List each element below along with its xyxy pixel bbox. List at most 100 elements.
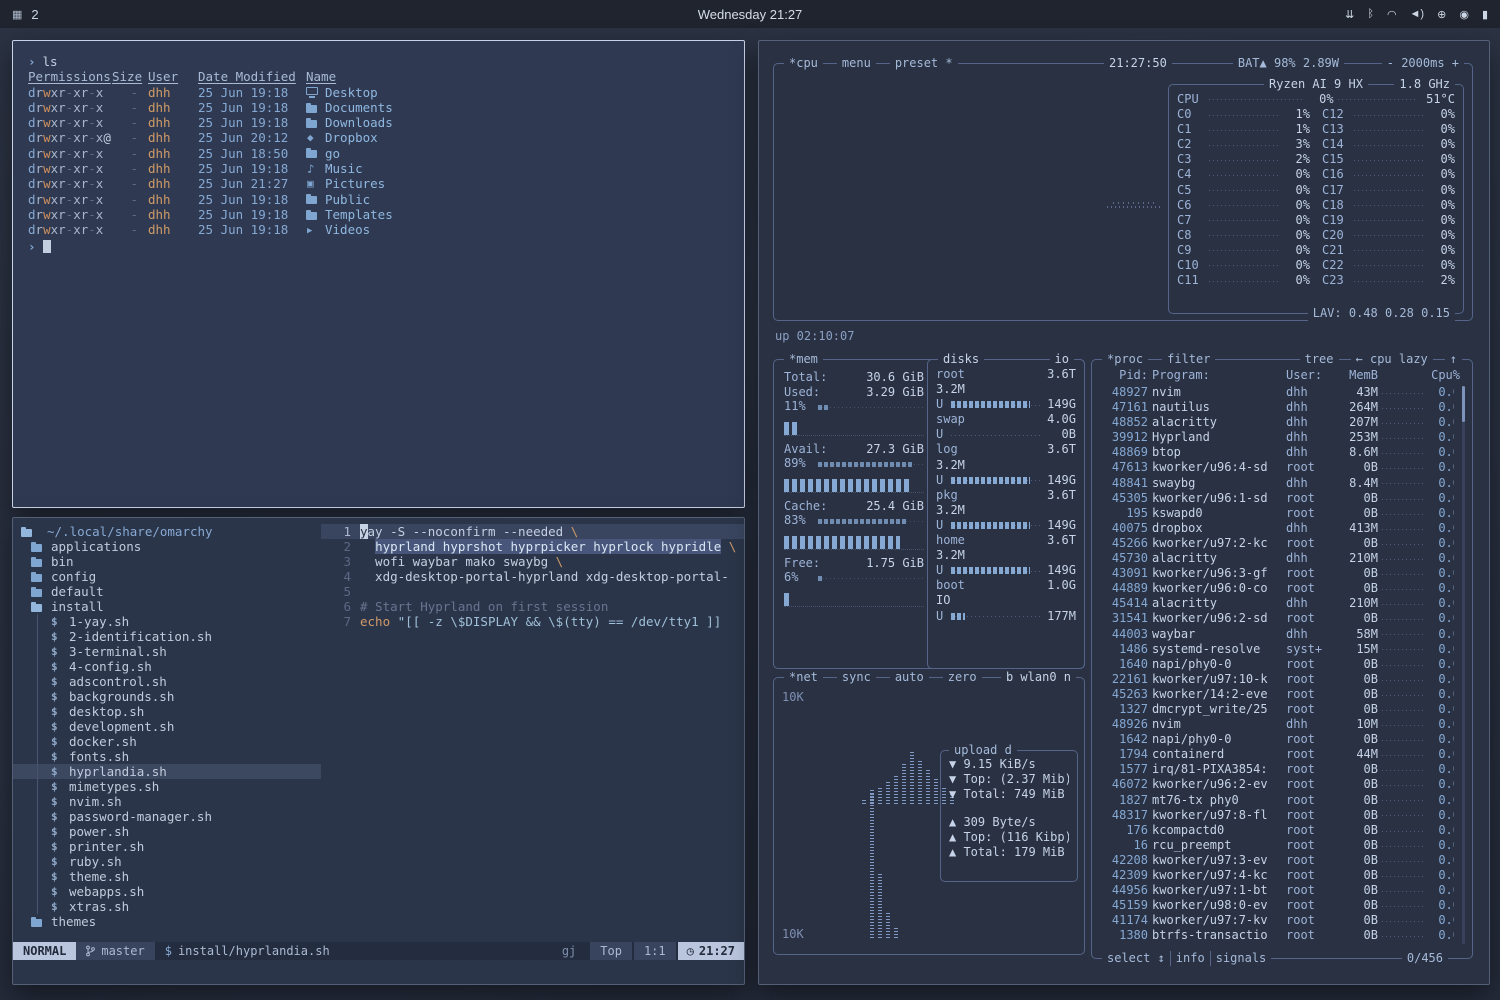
workspace-indicator[interactable]: 2 bbox=[31, 7, 38, 22]
process-row[interactable]: 39912Hyprlanddhh253M0.0 bbox=[1102, 430, 1454, 445]
tree-item[interactable]: backgrounds.sh bbox=[13, 689, 321, 704]
process-row[interactable]: 1486systemd-resolvesyst+15M0.0 bbox=[1102, 642, 1454, 657]
process-row[interactable]: 40075dropboxdhh413M0.0 bbox=[1102, 521, 1454, 536]
proc-action[interactable]: select ↕ bbox=[1102, 951, 1171, 966]
terminal-window[interactable]: › ls Permissions Size User Date Modified… bbox=[12, 40, 745, 508]
proc-sort-label[interactable]: ↑ bbox=[1445, 352, 1462, 367]
process-row[interactable]: 31541kworker/u96:2-sdroot0B0.0 bbox=[1102, 611, 1454, 626]
process-row[interactable]: 47613kworker/u96:4-sdroot0B0.0 bbox=[1102, 460, 1454, 475]
tree-item[interactable]: 1-yay.sh bbox=[13, 614, 321, 629]
tree-item[interactable]: mimetypes.sh bbox=[13, 779, 321, 794]
tree-item[interactable]: bin bbox=[13, 554, 321, 569]
tree-item[interactable]: docker.sh bbox=[13, 734, 321, 749]
cpu-box-label[interactable]: menu bbox=[837, 56, 876, 71]
process-row[interactable]: 46072kworker/u96:2-evroot0B0.0 bbox=[1102, 777, 1454, 792]
process-row[interactable]: 47161nautilusdhh264M0.0 bbox=[1102, 400, 1454, 415]
process-row[interactable]: 1640napi/phy0-0root0B0.0 bbox=[1102, 657, 1454, 672]
process-row[interactable]: 45266kworker/u97:2-kcroot0B0.0 bbox=[1102, 536, 1454, 551]
process-row[interactable]: 44003waybardhh58M0.0 bbox=[1102, 627, 1454, 642]
mem-box-title[interactable]: *mem bbox=[784, 352, 823, 367]
volume-icon[interactable]: ◄) bbox=[1410, 8, 1425, 20]
net-box-label[interactable]: zero bbox=[943, 670, 982, 685]
tree-item[interactable]: power.sh bbox=[13, 824, 321, 839]
tree-item[interactable]: fonts.sh bbox=[13, 749, 321, 764]
proc-box-label[interactable]: *proc bbox=[1102, 352, 1148, 367]
process-row[interactable]: 48869btopdhh8.6M0.0 bbox=[1102, 445, 1454, 460]
tree-item[interactable]: nvim.sh bbox=[13, 794, 321, 809]
apps-grid-icon[interactable]: ▦ bbox=[12, 8, 22, 21]
tree-item[interactable]: xtras.sh bbox=[13, 899, 321, 914]
tree-item[interactable]: themes bbox=[13, 914, 321, 929]
tree-item[interactable]: webapps.sh bbox=[13, 884, 321, 899]
cpu-box-label[interactable]: preset * bbox=[890, 56, 958, 71]
update-interval[interactable]: - 2000ms + bbox=[1382, 56, 1464, 71]
proc-action[interactable]: info bbox=[1171, 951, 1211, 966]
sort-memb[interactable]: MemB bbox=[1338, 368, 1378, 383]
net-box-label[interactable]: auto bbox=[890, 670, 929, 685]
disks-title[interactable]: disks bbox=[938, 352, 984, 367]
cpu-box-label[interactable]: *cpu bbox=[784, 56, 823, 71]
sort-user[interactable]: User: bbox=[1286, 368, 1334, 383]
tree-item[interactable]: password-manager.sh bbox=[13, 809, 321, 824]
process-row[interactable]: 42309kworker/u97:4-kcroot0B0.0 bbox=[1102, 868, 1454, 883]
process-row[interactable]: 16rcu_preemptroot0B0.0 bbox=[1102, 838, 1454, 853]
process-row[interactable]: 1827mt76-tx phy0root0B0.0 bbox=[1102, 793, 1454, 808]
process-row[interactable]: 45414alacrittydhh210M0.0 bbox=[1102, 596, 1454, 611]
process-row[interactable]: 45263kworker/14:2-everoot0B0.0 bbox=[1102, 687, 1454, 702]
process-row[interactable]: 176kcompactd0root0B0.0 bbox=[1102, 823, 1454, 838]
process-row[interactable]: 45730alacrittydhh210M0.0 bbox=[1102, 551, 1454, 566]
tree-item[interactable]: hyprlandia.sh bbox=[13, 764, 321, 779]
upload-box-title[interactable]: upload d bbox=[949, 743, 1017, 758]
process-row[interactable]: 43091kworker/u96:3-gfroot0B0.0 bbox=[1102, 566, 1454, 581]
editor-pane[interactable]: 1yay -S --noconfirm --needed \2 hyprland… bbox=[321, 518, 744, 984]
process-row[interactable]: 1327dmcrypt_write/25root0B0.0 bbox=[1102, 702, 1454, 717]
tree-item[interactable]: development.sh bbox=[13, 719, 321, 734]
tree-root[interactable]: ~/.local/share/omarchy bbox=[13, 524, 321, 539]
sort-cpu[interactable]: Cpu% bbox=[1428, 368, 1460, 383]
proc-box-label[interactable]: filter bbox=[1162, 352, 1215, 367]
sort-program[interactable]: Program: bbox=[1152, 368, 1282, 383]
proc-sort-label[interactable]: tree bbox=[1300, 352, 1339, 367]
sort-pid[interactable]: Pid: bbox=[1102, 368, 1148, 383]
process-row[interactable]: 48926nvimdhh10M0.0 bbox=[1102, 717, 1454, 732]
bluetooth-icon[interactable]: ᛒ bbox=[1367, 8, 1374, 20]
process-row[interactable]: 48927nvimdhh43M0.0 bbox=[1102, 385, 1454, 400]
tree-item[interactable]: default bbox=[13, 584, 321, 599]
net-interface[interactable]: b wlan0 n bbox=[1001, 670, 1076, 685]
tree-item[interactable]: 2-identification.sh bbox=[13, 629, 321, 644]
tree-item[interactable]: config bbox=[13, 569, 321, 584]
process-row[interactable]: 41174kworker/u97:7-kvroot0B0.0 bbox=[1102, 913, 1454, 928]
prompt-line-2[interactable]: › bbox=[28, 239, 729, 254]
tree-item[interactable]: 3-terminal.sh bbox=[13, 644, 321, 659]
tree-item[interactable]: printer.sh bbox=[13, 839, 321, 854]
tree-item[interactable]: ruby.sh bbox=[13, 854, 321, 869]
process-row[interactable]: 1794containerdroot44M0.0 bbox=[1102, 747, 1454, 762]
process-row[interactable]: 48317kworker/u97:8-flroot0B0.0 bbox=[1102, 808, 1454, 823]
process-row[interactable]: 44889kworker/u96:0-coroot0B0.0 bbox=[1102, 581, 1454, 596]
process-row[interactable]: 48852alacrittydhh207M0.0 bbox=[1102, 415, 1454, 430]
process-row[interactable]: 48841swaybgdhh8.4M0.0 bbox=[1102, 476, 1454, 491]
tree-item[interactable]: 4-config.sh bbox=[13, 659, 321, 674]
tree-item[interactable]: adscontrol.sh bbox=[13, 674, 321, 689]
proc-sort-label[interactable]: ← cpu lazy bbox=[1351, 352, 1433, 367]
process-row[interactable]: 195kswapd0root0B0.0 bbox=[1102, 506, 1454, 521]
dropbox-icon[interactable]: ⇊ bbox=[1345, 8, 1354, 21]
process-row[interactable]: 1642napi/phy0-0root0B0.0 bbox=[1102, 732, 1454, 747]
process-row[interactable]: 44956kworker/u97:1-btroot0B0.0 bbox=[1102, 883, 1454, 898]
btop-window[interactable]: *cpumenupreset * 21:27:50 BAT▲ 98% 2.89W… bbox=[758, 40, 1490, 985]
nvim-window[interactable]: ~/.local/share/omarchy applicationsbinco… bbox=[12, 517, 745, 985]
process-row[interactable]: 45159kworker/u98:0-evroot0B0.0 bbox=[1102, 898, 1454, 913]
wifi-icon[interactable]: ◠ bbox=[1387, 8, 1397, 21]
process-row[interactable]: 1380btrfs-transactioroot0B0.0 bbox=[1102, 928, 1454, 943]
tree-item[interactable]: theme.sh bbox=[13, 869, 321, 884]
proc-action[interactable]: signals bbox=[1211, 951, 1272, 966]
process-row[interactable]: 22161kworker/u97:10-kroot0B0.0 bbox=[1102, 672, 1454, 687]
tree-item[interactable]: install bbox=[13, 599, 321, 614]
process-row[interactable]: 1577irq/81-PIXA3854:root0B0.0 bbox=[1102, 762, 1454, 777]
net-box-label[interactable]: *net bbox=[784, 670, 823, 685]
proc-scrollbar[interactable] bbox=[1462, 386, 1465, 944]
process-row[interactable]: 45305kworker/u96:1-sdroot0B0.0 bbox=[1102, 491, 1454, 506]
network-icon[interactable]: ⊕ bbox=[1437, 8, 1446, 21]
battery-icon[interactable]: ▮ bbox=[1482, 8, 1488, 21]
tree-item[interactable]: applications bbox=[13, 539, 321, 554]
